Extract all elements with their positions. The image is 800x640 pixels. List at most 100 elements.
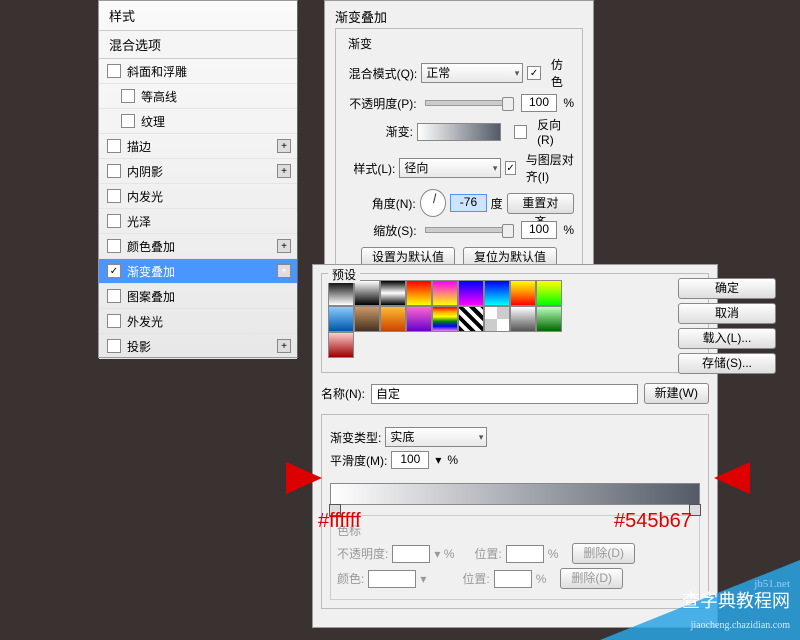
- smooth-input[interactable]: 100: [391, 451, 429, 469]
- style-row-纹理[interactable]: 纹理: [99, 109, 297, 134]
- stop-location-input: [506, 545, 544, 563]
- preset-swatch[interactable]: [432, 306, 458, 332]
- name-input[interactable]: [371, 384, 638, 404]
- preset-swatch[interactable]: [328, 306, 354, 332]
- opacity-input[interactable]: 100: [521, 94, 558, 112]
- preset-swatch[interactable]: [432, 280, 458, 306]
- dither-label: 仿色: [551, 56, 574, 90]
- preset-swatch[interactable]: [510, 280, 536, 306]
- style-label: 渐变叠加: [127, 263, 175, 280]
- style-label: 投影: [127, 338, 151, 355]
- opacity-slider[interactable]: [425, 100, 513, 106]
- style-label: 内发光: [127, 188, 163, 205]
- checkbox[interactable]: [121, 89, 135, 103]
- blend-options-header[interactable]: 混合选项: [99, 31, 297, 59]
- align-checkbox[interactable]: [505, 161, 515, 175]
- gradient-group: 渐变 混合模式(Q): 正常 仿色 不透明度(P): 100 % 渐变: 反向(…: [335, 28, 583, 275]
- watermark: jb51.net 查字典教程网 jiaocheng.chazidian.com: [682, 578, 790, 634]
- style-select[interactable]: 径向: [399, 158, 501, 178]
- style-row-内发光[interactable]: 内发光: [99, 184, 297, 209]
- add-icon[interactable]: +: [277, 239, 291, 253]
- preset-grid: [328, 280, 578, 358]
- checkbox[interactable]: [107, 264, 121, 278]
- style-row-颜色叠加[interactable]: 颜色叠加 +: [99, 234, 297, 259]
- checkbox[interactable]: [107, 64, 121, 78]
- angle-dial[interactable]: [420, 189, 447, 217]
- add-icon[interactable]: +: [277, 139, 291, 153]
- checkbox[interactable]: [107, 339, 121, 353]
- checkbox[interactable]: [107, 189, 121, 203]
- preset-swatch[interactable]: [328, 332, 354, 358]
- name-label: 名称(N):: [321, 385, 365, 402]
- style-label: 颜色叠加: [127, 238, 175, 255]
- style-row-图案叠加[interactable]: 图案叠加: [99, 284, 297, 309]
- preset-swatch[interactable]: [380, 306, 406, 332]
- gradient-legend: 渐变: [344, 35, 574, 52]
- style-row-斜面和浮雕[interactable]: 斜面和浮雕: [99, 59, 297, 84]
- opacity-label: 不透明度(P):: [344, 95, 417, 112]
- stop-opacity-label: 不透明度:: [337, 545, 388, 562]
- presets-box: 预设: [321, 273, 709, 373]
- preset-swatch[interactable]: [536, 280, 562, 306]
- style-row-描边[interactable]: 描边+: [99, 134, 297, 159]
- style-row-投影[interactable]: 投影 +: [99, 334, 297, 359]
- preset-swatch[interactable]: [484, 306, 510, 332]
- scale-input[interactable]: 100: [521, 221, 558, 239]
- gradient-swatch[interactable]: [417, 123, 501, 141]
- gradient-bar[interactable]: [330, 483, 700, 505]
- preset-swatch[interactable]: [458, 280, 484, 306]
- blend-mode-select[interactable]: 正常: [421, 63, 523, 83]
- preset-swatch[interactable]: [406, 306, 432, 332]
- preset-swatch[interactable]: [484, 280, 510, 306]
- style-row-渐变叠加[interactable]: 渐变叠加 +: [99, 259, 297, 284]
- style-label: 斜面和浮雕: [127, 63, 187, 80]
- scale-slider[interactable]: [425, 227, 513, 233]
- preset-swatch[interactable]: [536, 306, 562, 332]
- style-label: 样式(L):: [344, 160, 395, 177]
- preset-swatch[interactable]: [328, 280, 354, 306]
- scale-label: 缩放(S):: [344, 222, 417, 239]
- preset-swatch[interactable]: [380, 280, 406, 306]
- preset-swatch[interactable]: [458, 306, 484, 332]
- add-icon[interactable]: +: [277, 164, 291, 178]
- checkbox[interactable]: [121, 114, 135, 128]
- style-row-光泽[interactable]: 光泽: [99, 209, 297, 234]
- add-icon[interactable]: +: [277, 264, 291, 278]
- load-button[interactable]: 载入(L)...: [678, 328, 776, 349]
- style-row-等高线[interactable]: 等高线: [99, 84, 297, 109]
- style-label: 纹理: [141, 113, 165, 130]
- preset-swatch[interactable]: [354, 306, 380, 332]
- annotation-right: #545b67: [614, 510, 692, 533]
- pct-symbol: %: [563, 223, 574, 237]
- style-row-外发光[interactable]: 外发光: [99, 309, 297, 334]
- angle-label: 角度(N):: [344, 195, 416, 212]
- save-button[interactable]: 存储(S)...: [678, 353, 776, 374]
- preset-swatch[interactable]: [406, 280, 432, 306]
- pct-symbol: %: [563, 96, 574, 110]
- preset-swatch[interactable]: [354, 280, 380, 306]
- stop-opacity-input: [392, 545, 430, 563]
- checkbox[interactable]: [107, 164, 121, 178]
- style-label: 外发光: [127, 313, 163, 330]
- reverse-checkbox[interactable]: [514, 125, 527, 139]
- stop-color-label: 颜色:: [337, 570, 364, 587]
- checkbox[interactable]: [107, 214, 121, 228]
- reverse-label: 反向(R): [537, 116, 574, 147]
- checkbox[interactable]: [107, 139, 121, 153]
- style-label: 等高线: [141, 88, 177, 105]
- angle-input[interactable]: -76: [450, 194, 486, 212]
- new-button[interactable]: 新建(W): [644, 383, 709, 404]
- checkbox[interactable]: [107, 289, 121, 303]
- add-icon[interactable]: +: [277, 339, 291, 353]
- checkbox[interactable]: [107, 239, 121, 253]
- type-select[interactable]: 实底: [385, 427, 487, 447]
- cancel-button[interactable]: 取消: [678, 303, 776, 324]
- ok-button[interactable]: 确定: [678, 278, 776, 299]
- reset-align-button[interactable]: 重置对齐: [507, 193, 574, 214]
- style-row-内阴影[interactable]: 内阴影+: [99, 159, 297, 184]
- pct-symbol: %: [447, 453, 458, 467]
- dither-checkbox[interactable]: [527, 66, 541, 80]
- styles-panel: 样式 混合选项 斜面和浮雕等高线纹理描边+内阴影+内发光光泽颜色叠加+渐变叠加+…: [98, 0, 298, 358]
- checkbox[interactable]: [107, 314, 121, 328]
- preset-swatch[interactable]: [510, 306, 536, 332]
